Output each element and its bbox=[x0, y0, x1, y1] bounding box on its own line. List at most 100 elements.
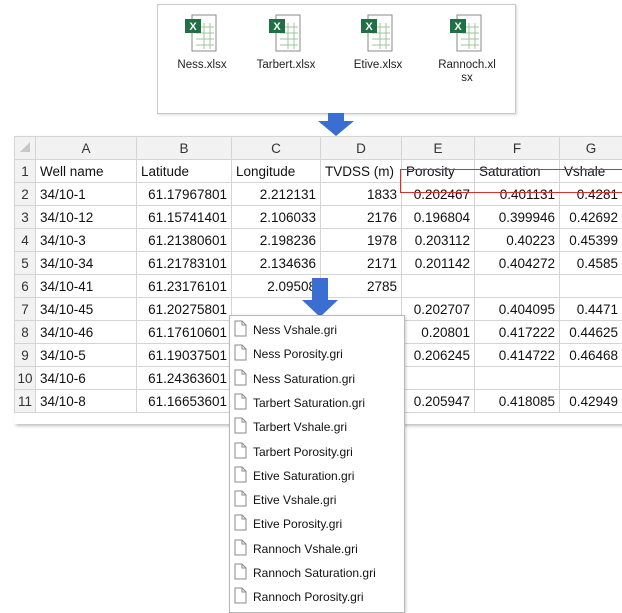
cell[interactable]: 34/10-41 bbox=[36, 275, 137, 298]
cell[interactable]: 61.16653601 bbox=[137, 390, 232, 413]
cell[interactable] bbox=[560, 367, 622, 390]
cell[interactable]: 0.399946 bbox=[475, 206, 560, 229]
cell[interactable]: Latitude bbox=[137, 160, 232, 183]
cell[interactable]: 34/10-6 bbox=[36, 367, 137, 390]
cell[interactable]: 61.19037501 bbox=[137, 344, 232, 367]
row-number[interactable]: 11 bbox=[15, 390, 36, 413]
cell[interactable]: 2.198236 bbox=[232, 229, 321, 252]
file-rannoch[interactable]: X Rannoch.xl sx bbox=[424, 13, 510, 85]
cell[interactable]: 0.201142 bbox=[402, 252, 475, 275]
cell[interactable]: Well name bbox=[36, 160, 137, 183]
gri-file-item[interactable]: Ness Vshale.gri bbox=[234, 320, 337, 340]
cell[interactable] bbox=[475, 367, 560, 390]
cell[interactable]: 0.4585 bbox=[560, 252, 622, 275]
cell[interactable]: 0.46468 bbox=[560, 344, 622, 367]
row-number[interactable]: 7 bbox=[15, 298, 36, 321]
gri-file-item[interactable]: Etive Vshale.gri bbox=[234, 490, 336, 510]
row-number[interactable]: 5 bbox=[15, 252, 36, 275]
row-number[interactable]: 6 bbox=[15, 275, 36, 298]
column-header[interactable]: E bbox=[402, 137, 475, 160]
gri-file-item[interactable]: Tarbert Saturation.gri bbox=[234, 393, 365, 413]
cell[interactable]: 0.404272 bbox=[475, 252, 560, 275]
cell[interactable]: 0.44625 bbox=[560, 321, 622, 344]
cell[interactable]: 0.202467 bbox=[402, 183, 475, 206]
cell[interactable]: 0.203112 bbox=[402, 229, 475, 252]
cell[interactable]: 61.15741401 bbox=[137, 206, 232, 229]
column-header[interactable]: B bbox=[137, 137, 232, 160]
cell[interactable]: 0.206245 bbox=[402, 344, 475, 367]
cell[interactable]: 2.134636 bbox=[232, 252, 321, 275]
cell[interactable]: 0.196804 bbox=[402, 206, 475, 229]
cell[interactable]: 34/10-5 bbox=[36, 344, 137, 367]
cell[interactable]: 61.17610601 bbox=[137, 321, 232, 344]
row-number[interactable]: 9 bbox=[15, 344, 36, 367]
select-all-corner[interactable] bbox=[15, 137, 36, 160]
column-header[interactable]: D bbox=[321, 137, 402, 160]
cell[interactable]: 61.21783101 bbox=[137, 252, 232, 275]
cell[interactable]: 34/10-8 bbox=[36, 390, 137, 413]
cell[interactable]: Porosity bbox=[402, 160, 475, 183]
cell[interactable]: 0.202707 bbox=[402, 298, 475, 321]
row-number[interactable]: 2 bbox=[15, 183, 36, 206]
cell[interactable] bbox=[402, 367, 475, 390]
cell[interactable] bbox=[475, 275, 560, 298]
row-number[interactable]: 8 bbox=[15, 321, 36, 344]
cell[interactable]: 0.20801 bbox=[402, 321, 475, 344]
gri-file-item[interactable]: Tarbert Porosity.gri bbox=[234, 442, 353, 462]
cell[interactable]: 0.418085 bbox=[475, 390, 560, 413]
cell[interactable]: 0.417222 bbox=[475, 321, 560, 344]
column-header[interactable]: A bbox=[36, 137, 137, 160]
cell[interactable]: 0.205947 bbox=[402, 390, 475, 413]
cell[interactable]: 34/10-46 bbox=[36, 321, 137, 344]
cell[interactable]: 0.42692 bbox=[560, 206, 622, 229]
gri-file-item[interactable]: Etive Saturation.gri bbox=[234, 466, 354, 486]
cell[interactable]: 1978 bbox=[321, 229, 402, 252]
gri-file-item[interactable]: Rannoch Porosity.gri bbox=[234, 587, 364, 607]
row-number[interactable]: 4 bbox=[15, 229, 36, 252]
cell[interactable]: 2.106033 bbox=[232, 206, 321, 229]
gri-file-item[interactable]: Ness Saturation.gri bbox=[234, 369, 355, 389]
gri-file-item[interactable]: Tarbert Vshale.gri bbox=[234, 417, 347, 437]
cell[interactable]: 0.404095 bbox=[475, 298, 560, 321]
cell[interactable]: 0.401131 bbox=[475, 183, 560, 206]
gri-file-item[interactable]: Rannoch Saturation.gri bbox=[234, 563, 376, 583]
file-etive[interactable]: X Etive.xlsx bbox=[338, 13, 418, 72]
gri-file-item[interactable]: Rannoch Vshale.gri bbox=[234, 539, 358, 559]
row-number[interactable]: 3 bbox=[15, 206, 36, 229]
cell[interactable]: Longitude bbox=[232, 160, 321, 183]
cell[interactable]: 34/10-3 bbox=[36, 229, 137, 252]
cell[interactable]: TVDSS (m) bbox=[321, 160, 402, 183]
cell[interactable]: 0.414722 bbox=[475, 344, 560, 367]
cell[interactable]: 61.23176101 bbox=[137, 275, 232, 298]
cell[interactable]: 61.24363601 bbox=[137, 367, 232, 390]
cell[interactable]: 61.20275801 bbox=[137, 298, 232, 321]
gri-file-item[interactable]: Etive Porosity.gri bbox=[234, 514, 342, 534]
cell[interactable]: 0.40223 bbox=[475, 229, 560, 252]
cell[interactable]: 1833 bbox=[321, 183, 402, 206]
cell[interactable]: Vshale bbox=[560, 160, 622, 183]
cell[interactable] bbox=[402, 275, 475, 298]
cell[interactable]: 2.212131 bbox=[232, 183, 321, 206]
gri-file-item[interactable]: Ness Porosity.gri bbox=[234, 344, 343, 364]
row-number[interactable]: 10 bbox=[15, 367, 36, 390]
cell[interactable]: 0.45399 bbox=[560, 229, 622, 252]
cell[interactable]: 0.42949 bbox=[560, 390, 622, 413]
cell[interactable]: 34/10-12 bbox=[36, 206, 137, 229]
cell[interactable]: 34/10-45 bbox=[36, 298, 137, 321]
cell[interactable]: 61.17967801 bbox=[137, 183, 232, 206]
cell[interactable] bbox=[560, 275, 622, 298]
column-header[interactable]: F bbox=[475, 137, 560, 160]
column-header[interactable]: C bbox=[232, 137, 321, 160]
cell[interactable]: 34/10-34 bbox=[36, 252, 137, 275]
cell[interactable]: Saturation bbox=[475, 160, 560, 183]
column-header[interactable]: G bbox=[560, 137, 622, 160]
cell[interactable]: 2176 bbox=[321, 206, 402, 229]
file-ness[interactable]: X Ness.xlsx bbox=[162, 13, 242, 72]
cell[interactable]: 2171 bbox=[321, 252, 402, 275]
cell[interactable]: 0.4471 bbox=[560, 298, 622, 321]
cell[interactable]: 61.21380601 bbox=[137, 229, 232, 252]
file-tarbert[interactable]: X Tarbert.xlsx bbox=[246, 13, 326, 72]
row-number[interactable]: 1 bbox=[15, 160, 36, 183]
cell[interactable]: 34/10-1 bbox=[36, 183, 137, 206]
cell[interactable]: 0.4281 bbox=[560, 183, 622, 206]
